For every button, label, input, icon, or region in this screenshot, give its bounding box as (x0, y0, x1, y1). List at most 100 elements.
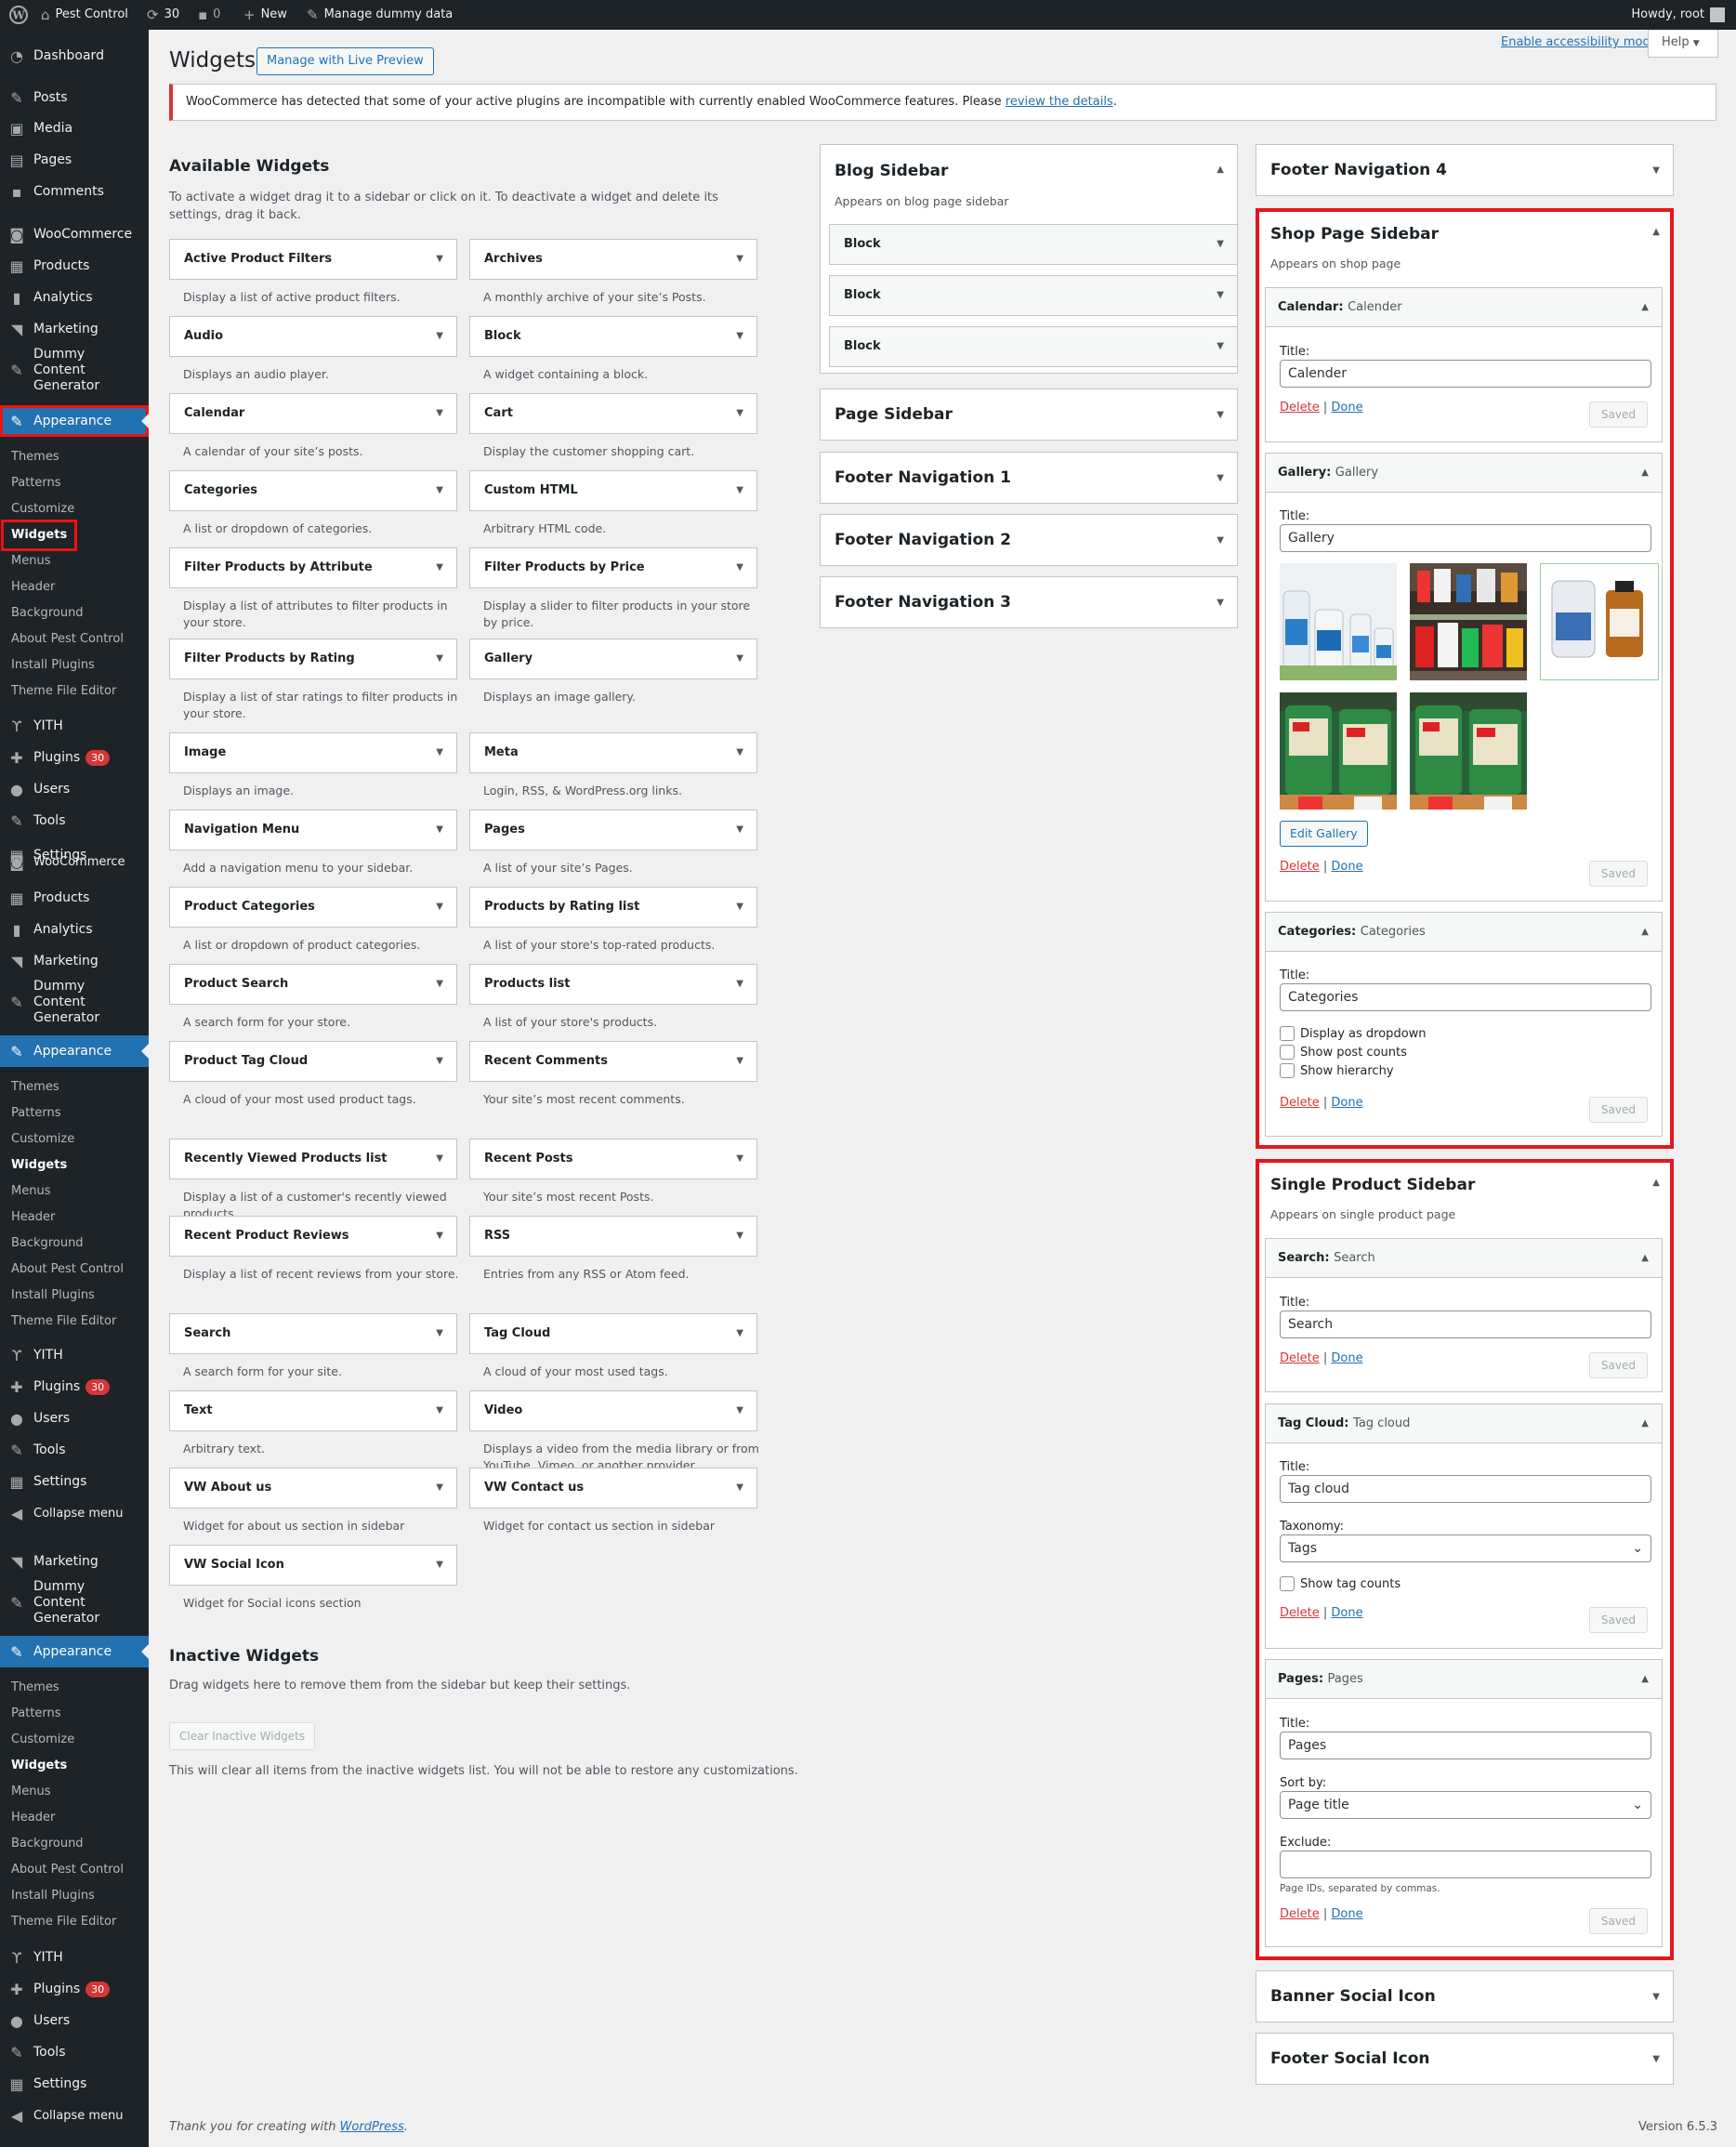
available-widget[interactable]: Block ▼ (469, 316, 757, 357)
submenu-patterns[interactable]: Patterns (11, 470, 61, 496)
expand-arrow-icon[interactable]: ▼ (436, 888, 443, 927)
block-widget[interactable]: Block ▼ (829, 224, 1238, 265)
submenu-editor[interactable]: Theme File Editor (11, 1309, 116, 1335)
menu-item-tools[interactable]: ✎ Tools (0, 805, 149, 836)
menu-item-settings[interactable]: ▦ Settings (0, 1466, 149, 1497)
collapse-arrow-icon[interactable]: ▲ (1217, 162, 1224, 178)
menu-item-settings[interactable]: ▦ Settings (0, 2068, 149, 2100)
submenu-widgets[interactable]: Widgets (11, 1753, 67, 1779)
expand-arrow-icon[interactable]: ▼ (436, 548, 443, 587)
footer-social-icon-sidebar[interactable]: Footer Social Icon ▼ (1256, 2033, 1674, 2085)
available-widget[interactable]: Archives ▼ (469, 239, 757, 280)
submenu-patterns[interactable]: Patterns (11, 1100, 61, 1126)
menu-item-plugins[interactable]: ✚ Plugins 30 (0, 1973, 149, 2005)
expand-arrow-icon[interactable]: ▼ (736, 240, 743, 279)
menu-item-posts[interactable]: ✎ Posts (0, 82, 149, 113)
new-content-link[interactable]: + New (243, 0, 287, 30)
menu-item-analytics[interactable]: ▮ Analytics (0, 282, 149, 313)
expand-arrow-icon[interactable]: ▼ (1652, 2034, 1660, 2086)
footer-navigation-1-sidebar[interactable]: Footer Navigation 1 ▼ (820, 452, 1238, 504)
expand-arrow-icon[interactable]: ▼ (1652, 1971, 1660, 2023)
available-widget[interactable]: Custom HTML ▼ (469, 470, 757, 511)
menu-item-marketing[interactable]: ◥ Marketing (0, 1546, 149, 1577)
available-widget[interactable]: Recent Posts ▼ (469, 1139, 757, 1179)
menu-item-users[interactable]: ● Users (0, 1403, 149, 1434)
available-widget[interactable]: Products list ▼ (469, 964, 757, 1005)
blog-sidebar[interactable]: Blog Sidebar ▲ Appears on blog page side… (820, 144, 1238, 374)
available-widget[interactable]: Cart ▼ (469, 393, 757, 434)
menu-item-appearance[interactable]: ✎ Appearance (0, 1636, 149, 1667)
submenu-about[interactable]: About Pest Control (11, 1257, 124, 1283)
menu-item-products[interactable]: ▦ Products (0, 250, 149, 282)
menu-item-marketing[interactable]: ◥ Marketing (0, 945, 149, 977)
available-widget[interactable]: Products by Rating list ▼ (469, 887, 757, 928)
available-widget[interactable]: VW Social Icon ▼ (169, 1545, 457, 1586)
expand-arrow-icon[interactable]: ▼ (736, 1469, 743, 1508)
menu-item-products[interactable]: ▦ Products (0, 882, 149, 914)
banner-social-icon-sidebar[interactable]: Banner Social Icon ▼ (1256, 1970, 1674, 2022)
expand-arrow-icon[interactable]: ▼ (1217, 327, 1224, 366)
submenu-install[interactable]: Install Plugins (11, 1883, 95, 1909)
available-widget[interactable]: Filter Products by Attribute ▼ (169, 547, 457, 588)
expand-arrow-icon[interactable]: ▼ (436, 810, 443, 850)
expand-arrow-icon[interactable]: ▼ (736, 1391, 743, 1430)
menu-item-analytics[interactable]: ▮ Analytics (0, 914, 149, 945)
available-widget[interactable]: Calendar ▼ (169, 393, 457, 434)
expand-arrow-icon[interactable]: ▼ (1217, 225, 1224, 264)
expand-arrow-icon[interactable]: ▼ (736, 810, 743, 850)
available-widget[interactable]: Search ▼ (169, 1313, 457, 1354)
expand-arrow-icon[interactable]: ▼ (736, 1139, 743, 1179)
expand-arrow-icon[interactable]: ▼ (436, 471, 443, 510)
expand-arrow-icon[interactable]: ▼ (436, 394, 443, 433)
expand-arrow-icon[interactable]: ▼ (1217, 515, 1224, 567)
available-widget[interactable]: Categories ▼ (169, 470, 457, 511)
menu-item-dashboard[interactable]: ◔ Dashboard (0, 40, 149, 72)
block-widget[interactable]: Block ▼ (829, 275, 1238, 316)
footer-navigation-2-sidebar[interactable]: Footer Navigation 2 ▼ (820, 514, 1238, 566)
expand-arrow-icon[interactable]: ▼ (736, 1314, 743, 1353)
wordpress-logo-icon[interactable]: W (9, 0, 28, 30)
expand-arrow-icon[interactable]: ▼ (736, 471, 743, 510)
submenu-background[interactable]: Background (11, 1831, 84, 1857)
expand-arrow-icon[interactable]: ▼ (736, 548, 743, 587)
wordpress-link[interactable]: WordPress (340, 2120, 404, 2134)
expand-arrow-icon[interactable]: ▼ (436, 965, 443, 1004)
available-widget[interactable]: VW Contact us ▼ (469, 1468, 757, 1508)
menu-item-woocommerce[interactable]: ◙ WooCommerce (0, 846, 149, 877)
expand-arrow-icon[interactable]: ▼ (436, 317, 443, 356)
footer-navigation-4-sidebar[interactable]: Footer Navigation 4 ▼ (1256, 144, 1674, 196)
menu-item-dummy[interactable]: ✎ Dummy Content Generator (0, 347, 149, 393)
footer-navigation-3-sidebar[interactable]: Footer Navigation 3 ▼ (820, 576, 1238, 628)
menu-item-appearance[interactable]: ✎ Appearance (0, 405, 149, 437)
submenu-menus[interactable]: Menus (11, 1179, 50, 1205)
submenu-header[interactable]: Header (11, 1805, 55, 1831)
menu-item-plugins[interactable]: ✚ Plugins 30 (0, 742, 149, 773)
submenu-install[interactable]: Install Plugins (11, 1283, 95, 1309)
enable-accessibility-mode-link[interactable]: Enable accessibility mode (1501, 35, 1658, 49)
comments-link[interactable]: ▪ 0 (198, 0, 220, 30)
updates-link[interactable]: ⟳ 30 (147, 0, 179, 30)
menu-item-woocommerce[interactable]: ◙ WooCommerce (0, 218, 149, 250)
expand-arrow-icon[interactable]: ▼ (436, 1469, 443, 1508)
submenu-customize[interactable]: Customize (11, 1727, 74, 1753)
available-widget[interactable]: Recent Comments ▼ (469, 1041, 757, 1082)
available-widget[interactable]: Product Categories ▼ (169, 887, 457, 928)
expand-arrow-icon[interactable]: ▼ (736, 888, 743, 927)
expand-arrow-icon[interactable]: ▼ (436, 1042, 443, 1081)
available-widget[interactable]: Product Search ▼ (169, 964, 457, 1005)
review-details-link[interactable]: review the details (1006, 95, 1113, 109)
page-sidebar[interactable]: Page Sidebar ▼ (820, 389, 1238, 441)
expand-arrow-icon[interactable]: ▼ (736, 1217, 743, 1256)
expand-arrow-icon[interactable]: ▼ (436, 1139, 443, 1179)
submenu-about[interactable]: About Pest Control (11, 1857, 124, 1883)
expand-arrow-icon[interactable]: ▼ (736, 639, 743, 678)
menu-item-yith[interactable]: ϒ YITH (0, 1942, 149, 1973)
expand-arrow-icon[interactable]: ▼ (1217, 577, 1224, 629)
manage-dummy-data-link[interactable]: ✎ Manage dummy data (307, 0, 453, 30)
menu-item-comments[interactable]: ▪ Comments (0, 176, 149, 207)
available-widget[interactable]: Product Tag Cloud ▼ (169, 1041, 457, 1082)
menu-item-users[interactable]: ● Users (0, 2005, 149, 2036)
help-tab-button[interactable]: Help ▼ (1648, 30, 1718, 58)
submenu-about[interactable]: About Pest Control (11, 626, 124, 652)
submenu-widgets[interactable]: Widgets (0, 520, 78, 551)
